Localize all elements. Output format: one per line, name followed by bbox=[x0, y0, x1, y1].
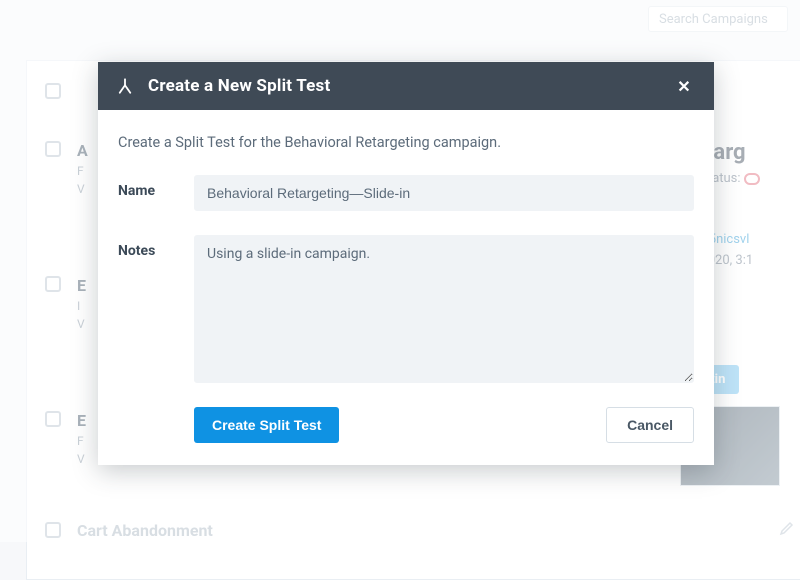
cancel-button[interactable]: Cancel bbox=[606, 407, 694, 443]
modal-header: Create a New Split Test ✕ bbox=[98, 62, 714, 110]
notes-textarea[interactable]: Using a slide-in campaign. bbox=[194, 235, 694, 383]
modal-description: Create a Split Test for the Behavioral R… bbox=[118, 134, 694, 151]
split-test-icon bbox=[116, 77, 134, 95]
form-row-notes: Notes Using a slide-in campaign. bbox=[118, 235, 694, 383]
create-split-test-modal: Create a New Split Test ✕ Create a Split… bbox=[98, 62, 714, 465]
modal-actions: Create Split Test Cancel bbox=[118, 407, 694, 443]
name-label: Name bbox=[118, 175, 172, 199]
notes-label: Notes bbox=[118, 235, 172, 259]
name-input[interactable] bbox=[194, 175, 694, 211]
close-icon: ✕ bbox=[677, 77, 690, 96]
create-split-test-button[interactable]: Create Split Test bbox=[194, 407, 339, 443]
modal-body: Create a Split Test for the Behavioral R… bbox=[98, 110, 714, 465]
modal-title: Create a New Split Test bbox=[148, 76, 330, 96]
close-button[interactable]: ✕ bbox=[672, 74, 696, 98]
form-row-name: Name bbox=[118, 175, 694, 211]
